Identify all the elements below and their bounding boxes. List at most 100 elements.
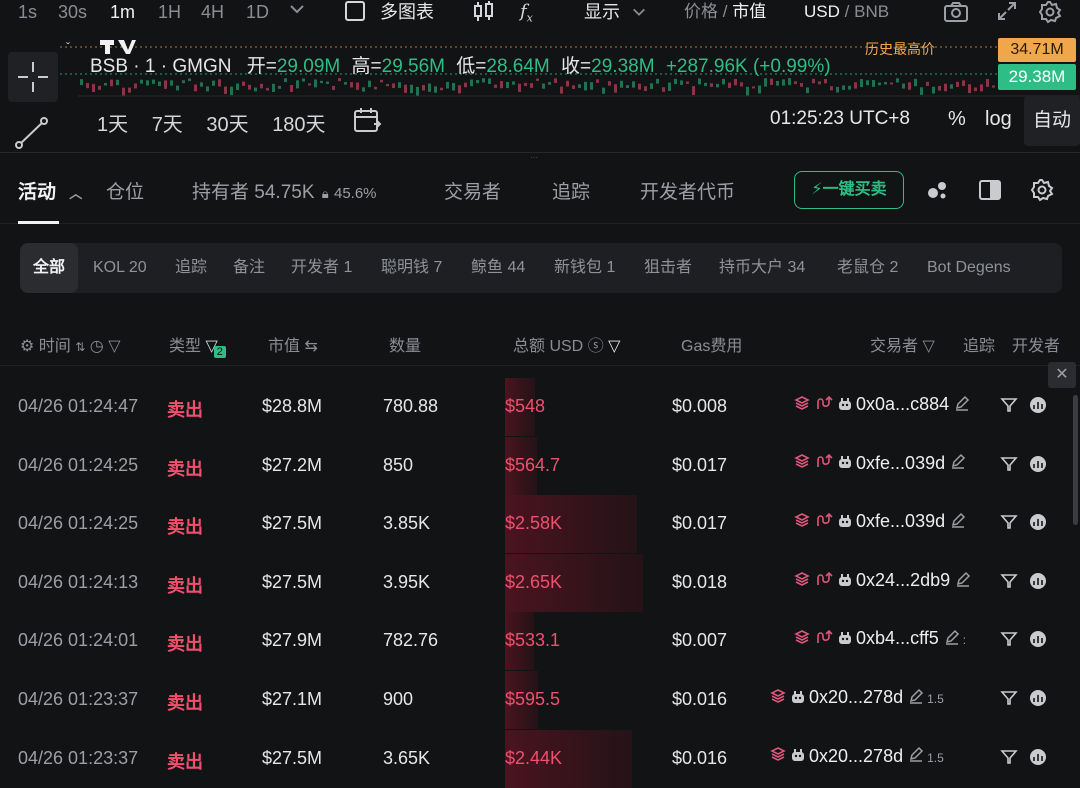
dev-chart-icon[interactable] xyxy=(1028,454,1048,479)
edit-note-icon[interactable] xyxy=(950,512,966,533)
dev-chart-icon[interactable] xyxy=(1028,571,1048,596)
trader-cell[interactable]: 0xfe...039d xyxy=(794,453,966,475)
chip-top-holders[interactable]: 持币大户 34 xyxy=(719,243,805,293)
edit-note-icon[interactable] xyxy=(908,746,924,767)
filter-trader-icon[interactable] xyxy=(1000,748,1018,771)
sort-icon[interactable]: ⇅ xyxy=(75,340,85,354)
chart-settings-icon[interactable] xyxy=(1038,0,1062,24)
column-dev[interactable]: 开发者 xyxy=(1012,332,1060,356)
clock-icon[interactable]: ◷ xyxy=(90,338,104,355)
dev-chart-icon[interactable] xyxy=(1028,688,1048,713)
trader-cell[interactable]: 0x24...2db9 xyxy=(794,570,971,592)
panel-settings-icon[interactable] xyxy=(1030,178,1054,207)
table-row[interactable]: 04/26 01:23:37 卖出 $27.1M 900 $595.5 $0.016 0x… xyxy=(0,671,1070,730)
bubble-map-icon[interactable] xyxy=(925,178,949,207)
tab-dev-tokens[interactable]: 开发者代币 xyxy=(640,177,735,204)
tab-traders[interactable]: 交易者 xyxy=(444,177,501,204)
swap-icon[interactable]: ⇆ xyxy=(304,338,317,355)
tab-tracking[interactable]: 追踪 xyxy=(552,177,590,204)
interval-30s[interactable]: 30s xyxy=(58,0,87,24)
currency-usd[interactable]: USD xyxy=(804,2,840,21)
range-7d[interactable]: 7天 xyxy=(152,114,183,136)
dev-chart-icon[interactable] xyxy=(1028,395,1048,420)
edit-note-icon[interactable] xyxy=(954,395,970,416)
filter-trader-icon[interactable] xyxy=(1000,689,1018,712)
display-menu[interactable]: 显示 xyxy=(584,0,647,24)
column-time[interactable]: ⚙︎ 时间 ⇅ ◷ ▽ xyxy=(20,332,121,356)
trader-cell[interactable]: 0x0a...c884 xyxy=(794,394,970,416)
table-row[interactable]: 04/26 01:23:37 卖出 $27.5M 3.65K $2.44K $0.016 … xyxy=(0,729,1070,788)
trader-address[interactable]: 0x20...278d xyxy=(809,746,903,766)
price-mcap-toggle[interactable]: 价格 / 市值 xyxy=(684,0,766,24)
table-row[interactable]: 04/26 01:24:13 卖出 $27.5M 3.95K $2.65K $0.018 … xyxy=(0,553,1070,613)
quick-trade-button[interactable]: ⚡一键买卖 xyxy=(794,171,904,209)
chip-new-wallet[interactable]: 新钱包 1 xyxy=(554,243,615,293)
side-panel-icon[interactable] xyxy=(978,178,1002,207)
column-mcap[interactable]: 市值 ⇆ xyxy=(268,332,318,356)
edit-note-icon[interactable] xyxy=(955,571,971,592)
range-1d[interactable]: 1天 xyxy=(97,114,128,136)
trader-address[interactable]: 0x0a...c884 xyxy=(856,394,949,414)
interval-1h[interactable]: 1H xyxy=(158,0,181,24)
edit-note-icon[interactable] xyxy=(950,453,966,474)
filter-icon[interactable]: ▽ xyxy=(608,338,620,355)
chevron-up-icon[interactable]: ︿ xyxy=(69,186,82,201)
intervals-dropdown-icon[interactable] xyxy=(288,0,306,24)
trader-cell[interactable]: 0xfe...039d xyxy=(794,511,966,533)
dev-chart-icon[interactable] xyxy=(1028,747,1048,772)
currency-switch-icon[interactable]: ⓢ xyxy=(588,338,604,355)
filter-trader-icon[interactable] xyxy=(1000,630,1018,653)
trader-cell[interactable]: 0x20...278d 1.5 xyxy=(770,746,944,768)
chip-insiders[interactable]: 老鼠仓 2 xyxy=(837,243,898,293)
range-30d[interactable]: 30天 xyxy=(206,114,248,136)
auto-scale-toggle[interactable]: 自动 xyxy=(1024,96,1080,146)
camera-icon[interactable] xyxy=(943,0,969,24)
chip-whale[interactable]: 鲸鱼 44 xyxy=(471,243,525,293)
multi-chart-toggle[interactable]: 多图表 xyxy=(345,0,434,24)
calendar-icon[interactable] xyxy=(352,106,382,139)
trader-cell[interactable]: 0xb4...cff5 : xyxy=(794,628,966,650)
edit-note-icon[interactable] xyxy=(908,688,924,709)
fullscreen-icon[interactable] xyxy=(996,0,1018,24)
trendline-tool-icon[interactable] xyxy=(14,116,50,155)
chip-developer[interactable]: 开发者 1 xyxy=(291,243,352,293)
dev-chart-icon[interactable] xyxy=(1028,629,1048,654)
chip-all[interactable]: 全部 xyxy=(20,243,79,293)
filter-icon[interactable]: ▽ xyxy=(922,338,934,355)
chip-tracking[interactable]: 追踪 xyxy=(175,243,207,293)
chip-kol[interactable]: KOL 20 xyxy=(93,243,147,293)
trader-address[interactable]: 0x24...2db9 xyxy=(856,570,950,590)
percent-scale-toggle[interactable]: % xyxy=(948,108,966,131)
interval-4h[interactable]: 4H xyxy=(201,0,224,24)
tab-activity[interactable]: 活动 ︿ xyxy=(18,177,82,204)
filter-trader-icon[interactable] xyxy=(1000,396,1018,419)
table-row[interactable]: 04/26 01:24:47 卖出 $28.8M 780.88 $548 $0.008 0… xyxy=(0,378,1070,437)
range-180d[interactable]: 180天 xyxy=(272,114,325,136)
interval-1d[interactable]: 1D xyxy=(246,0,269,24)
table-row[interactable]: 04/26 01:24:25 卖出 $27.5M 3.85K $2.58K $0.017 … xyxy=(0,495,1070,554)
trader-address[interactable]: 0xb4...cff5 xyxy=(856,628,939,648)
crosshair-tool-icon[interactable] xyxy=(8,52,58,102)
dev-chart-icon[interactable] xyxy=(1028,512,1048,537)
table-row[interactable]: 04/26 01:24:01 卖出 $27.9M 782.76 $533.1 $0.007… xyxy=(0,612,1070,671)
column-qty[interactable]: 数量 xyxy=(389,332,421,356)
column-gas[interactable]: Gas费用 xyxy=(681,332,742,356)
chip-sniper[interactable]: 狙击者 xyxy=(644,243,692,293)
settings-icon[interactable]: ⚙︎ xyxy=(20,338,34,355)
log-scale-toggle[interactable]: log xyxy=(985,108,1012,131)
interval-1m[interactable]: 1m xyxy=(110,0,135,24)
currency-toggle[interactable]: USD / BNB xyxy=(804,0,889,24)
currency-bnb[interactable]: BNB xyxy=(854,2,889,21)
filter-trader-icon[interactable] xyxy=(1000,513,1018,536)
filter-icon[interactable]: ▽ xyxy=(108,338,120,355)
resize-handle[interactable]: ⋯ xyxy=(530,153,550,162)
column-trader[interactable]: 交易者 ▽ xyxy=(870,332,935,356)
chip-smart-money[interactable]: 聪明钱 7 xyxy=(381,243,442,293)
trader-address[interactable]: 0xfe...039d xyxy=(856,453,945,473)
chip-bot-degens[interactable]: Bot Degens xyxy=(927,243,1011,293)
tab-holders[interactable]: 持有者 54.75K 🔒︎ 45.6% xyxy=(192,177,377,204)
filter-trader-icon[interactable] xyxy=(1000,455,1018,478)
chip-notes[interactable]: 备注 xyxy=(233,243,265,293)
scrollbar[interactable] xyxy=(1073,395,1078,525)
trader-cell[interactable]: 0x20...278d 1.5 xyxy=(770,687,944,709)
